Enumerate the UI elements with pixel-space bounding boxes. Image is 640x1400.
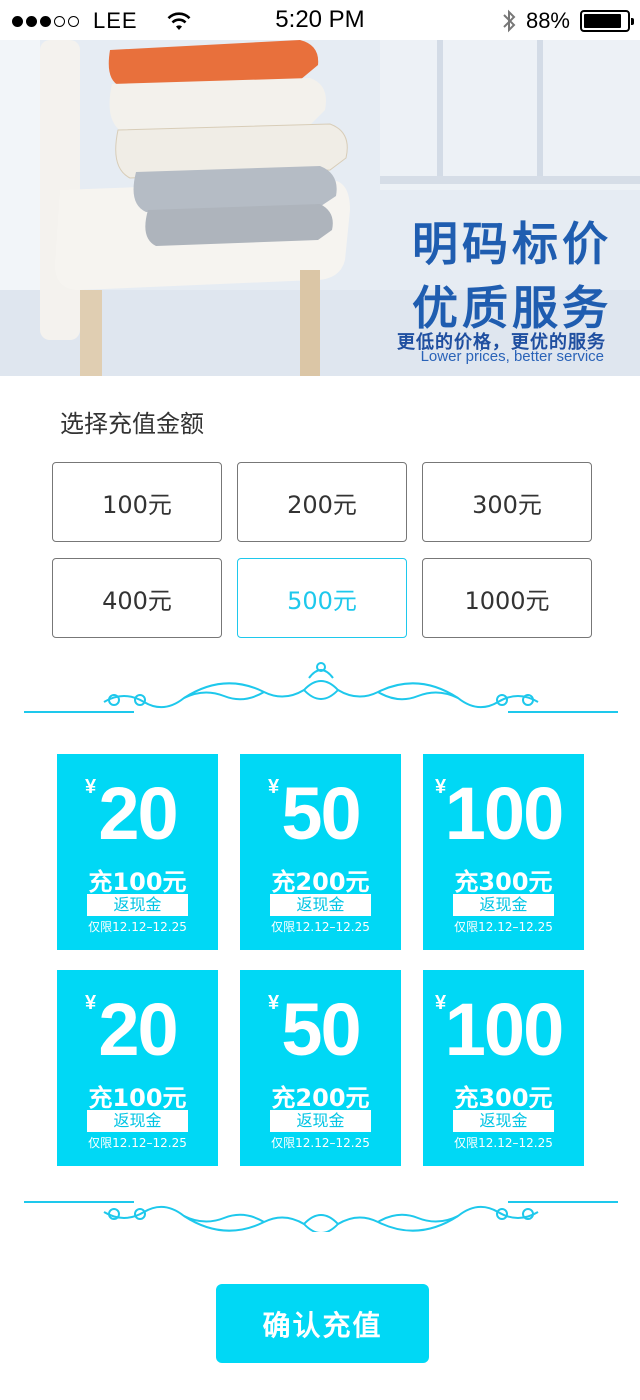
- coupon-amount: 20: [98, 988, 178, 1071]
- coupon-amount: 50: [281, 988, 361, 1071]
- coupon-condition: 充300元: [454, 1084, 553, 1112]
- coupon-validity: 仅限12.12–12.25: [454, 1136, 553, 1150]
- coupon-amount: 20: [98, 772, 178, 855]
- status-bar: LEE 5:20 PM 88%: [0, 0, 640, 40]
- coupon-condition: 充300元: [454, 868, 553, 896]
- carrier-name: LEE: [93, 8, 138, 33]
- status-left: LEE: [12, 8, 192, 34]
- coupon-amount: 50: [281, 772, 361, 855]
- amount-option-button[interactable]: 200元: [237, 462, 407, 542]
- coupon-validity: 仅限12.12–12.25: [88, 920, 187, 934]
- amount-option-button[interactable]: 1000元: [422, 558, 592, 638]
- ornament-divider-bottom: [24, 1201, 618, 1232]
- coupon-card[interactable]: ¥50 充200元 返现金 仅限12.12–12.25: [240, 970, 401, 1166]
- coupon-condition: 充200元: [271, 1084, 370, 1112]
- signal-icon: [12, 15, 79, 27]
- recharge-amount-label: 选择充值金额: [60, 410, 204, 438]
- amount-option-button[interactable]: 100元: [52, 462, 222, 542]
- ornament-divider-top: [24, 662, 618, 713]
- banner-headline-1: 明码标价: [412, 217, 612, 271]
- coupon-condition: 充200元: [271, 868, 370, 896]
- amount-option-button[interactable]: 500元: [237, 558, 407, 638]
- amount-option-button[interactable]: 300元: [422, 462, 592, 542]
- banner-subtitle-en: Lower prices, better service: [420, 348, 604, 365]
- wifi-icon: [167, 12, 191, 30]
- coupon-card[interactable]: ¥50 充200元 返现金 仅限12.12–12.25: [240, 754, 401, 950]
- bluetooth-icon: [503, 9, 516, 33]
- coupon-validity: 仅限12.12–12.25: [271, 920, 370, 934]
- coupon-amount: 100: [444, 988, 564, 1071]
- confirm-recharge-button[interactable]: 确认充值: [216, 1284, 429, 1363]
- coupon-tag: 返现金: [87, 894, 188, 916]
- coupon-tag: 返现金: [270, 894, 371, 916]
- coupon-tag: 返现金: [87, 1110, 188, 1132]
- battery-fill: [584, 14, 621, 28]
- coupon-validity: 仅限12.12–12.25: [88, 1136, 187, 1150]
- coupon-card[interactable]: ¥20 充100元 返现金 仅限12.12–12.25: [57, 754, 218, 950]
- coupon-validity: 仅限12.12–12.25: [271, 1136, 370, 1150]
- coupon-card[interactable]: ¥20 充100元 返现金 仅限12.12–12.25: [57, 970, 218, 1166]
- coupon-tag: 返现金: [270, 1110, 371, 1132]
- coupon-list: ¥20 充100元 返现金 仅限12.12–12.25 ¥50 充200元 返现金 仅限12.…: [57, 754, 584, 1166]
- coupon-validity: 仅限12.12–12.25: [454, 920, 553, 934]
- coupon-condition: 充100元: [88, 868, 187, 896]
- amount-options: 100元 200元 300元 400元 500元 1000元: [52, 462, 592, 638]
- coupon-condition: 充100元: [88, 1084, 187, 1112]
- coupon-tag: 返现金: [453, 894, 554, 916]
- battery-icon: [580, 10, 634, 32]
- status-right: 88%: [502, 8, 634, 34]
- coupon-card[interactable]: ¥100 充300元 返现金 仅限12.12–12.25: [423, 970, 584, 1166]
- coupon-card[interactable]: ¥100 充300元 返现金 仅限12.12–12.25: [423, 754, 584, 950]
- amount-option-button[interactable]: 400元: [52, 558, 222, 638]
- promo-banner: 明码标价 优质服务 更低的价格，更优的服务 Lower prices, bett…: [0, 40, 640, 376]
- coupon-amount: 100: [444, 772, 564, 855]
- coupon-tag: 返现金: [453, 1110, 554, 1132]
- battery-percent: 88%: [525, 8, 570, 33]
